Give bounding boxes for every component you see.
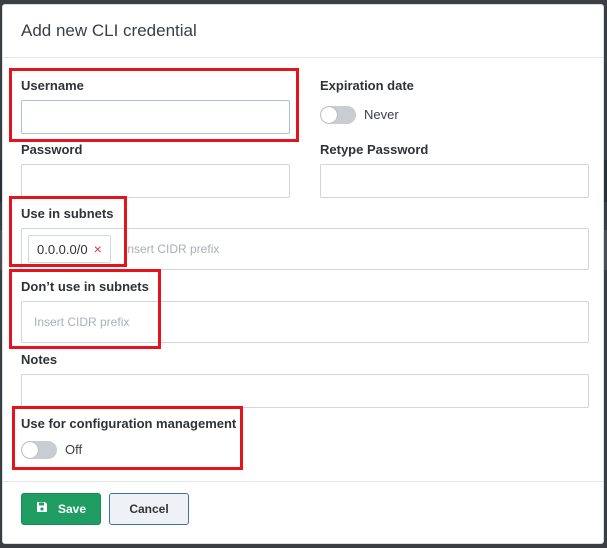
toggle-knob	[321, 107, 337, 123]
modal-footer	[3, 481, 603, 482]
save-button-label: Save	[57, 502, 87, 516]
highlight-box-config-management	[12, 406, 243, 470]
retype-password-label: Retype Password	[320, 142, 429, 157]
highlight-box-use-in-subnets	[9, 196, 127, 267]
highlight-box-username	[9, 68, 299, 142]
modal-header: Add new CLI credential	[3, 5, 603, 58]
modal-title: Add new CLI credential	[21, 21, 197, 40]
subnets-placeholder: Insert CIDR prefix	[124, 242, 220, 256]
retype-password-input[interactable]	[320, 164, 589, 198]
cancel-button[interactable]: Cancel	[109, 493, 189, 525]
save-icon	[36, 494, 48, 524]
password-input[interactable]	[21, 164, 290, 198]
notes-input[interactable]	[21, 374, 589, 408]
notes-label: Notes	[21, 352, 58, 367]
expiration-toggle-text: Never	[364, 107, 399, 122]
cancel-button-label: Cancel	[129, 502, 169, 516]
highlight-box-dont-use-in-subnets	[9, 269, 161, 349]
expiration-date-label: Expiration date	[320, 78, 414, 93]
expiration-toggle[interactable]	[320, 106, 356, 124]
password-label: Password	[21, 142, 83, 157]
save-button[interactable]: Save	[21, 493, 101, 525]
